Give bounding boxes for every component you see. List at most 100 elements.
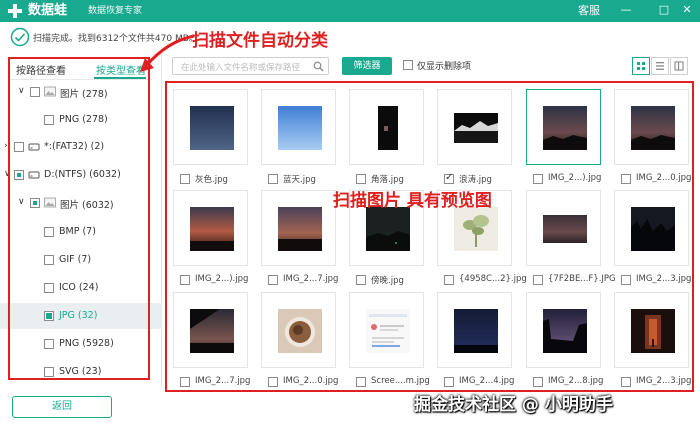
maximize-icon[interactable]: □ xyxy=(657,3,671,17)
file-thumbnail-card[interactable]: IMG_2...0.jpg xyxy=(614,89,698,189)
file-checkbox[interactable] xyxy=(533,377,543,387)
tree-item[interactable]: ∨ 图片 (278) xyxy=(0,79,162,105)
thumbnail-frame[interactable] xyxy=(349,292,424,368)
file-thumbnail-card[interactable]: IMG_2...3.jpg xyxy=(614,190,698,290)
tree-checkbox[interactable] xyxy=(14,142,24,152)
tree-item[interactable]: PNG (5928) xyxy=(0,331,162,357)
thumbnail-frame[interactable] xyxy=(173,190,248,266)
thumbnail-frame[interactable] xyxy=(526,89,601,165)
thumbnail-frame[interactable] xyxy=(614,89,689,165)
file-thumbnail-card[interactable]: Scree....m.jpg xyxy=(349,292,433,392)
thumbnail-frame[interactable] xyxy=(614,190,689,266)
grid-view-icon[interactable] xyxy=(632,57,650,75)
thumbnail-frame[interactable] xyxy=(173,89,248,165)
tree-item[interactable]: PNG (278) xyxy=(0,107,162,133)
tree-item[interactable]: SVG (23) xyxy=(0,359,162,385)
file-checkbox[interactable] xyxy=(356,174,366,184)
tree-item[interactable]: JPG (32) xyxy=(0,303,162,329)
detail-view-icon[interactable] xyxy=(670,57,688,75)
file-thumbnail-card[interactable]: IMG_2...).jpg xyxy=(173,190,257,290)
file-thumbnail-card[interactable]: IMG_2...4.jpg xyxy=(437,292,521,392)
tree-checkbox[interactable] xyxy=(44,367,54,377)
tree-checkbox[interactable] xyxy=(14,170,24,180)
tree-checkbox[interactable] xyxy=(44,283,54,293)
file-checkbox[interactable] xyxy=(356,377,366,387)
file-checkbox[interactable] xyxy=(533,275,543,285)
tree-checkbox[interactable] xyxy=(44,255,54,265)
file-checkbox[interactable] xyxy=(444,172,454,184)
file-thumbnail-card[interactable]: IMG_2...3.jpg xyxy=(614,292,698,392)
tree-item[interactable]: GIF (7) xyxy=(0,247,162,273)
thumbnail-frame[interactable] xyxy=(173,292,248,368)
back-button[interactable]: 返回 xyxy=(12,396,112,418)
filter-button[interactable]: 筛选器 xyxy=(342,57,392,75)
file-checkbox[interactable] xyxy=(533,174,543,184)
thumbnail-frame[interactable] xyxy=(437,89,512,165)
tree-checkbox[interactable] xyxy=(44,311,54,321)
tree-checkbox[interactable] xyxy=(30,87,40,97)
file-checkbox[interactable] xyxy=(621,377,631,387)
list-view-icon[interactable] xyxy=(651,57,669,75)
thumbnail-frame[interactable] xyxy=(261,89,336,165)
chevron-down-icon[interactable]: ∨ xyxy=(18,197,25,207)
image-preview xyxy=(630,207,675,251)
image-preview xyxy=(277,309,322,353)
file-thumbnail-card[interactable]: IMG_2...8.jpg xyxy=(526,292,610,392)
deleted-only-checkbox[interactable] xyxy=(403,60,413,70)
file-checkbox[interactable] xyxy=(621,275,631,285)
thumbnail-frame[interactable] xyxy=(526,292,601,368)
tree-item[interactable]: › *:(FAT32) (2) xyxy=(0,134,162,160)
app-name: 数据蛙 xyxy=(28,3,68,18)
tree-item[interactable]: ICO (24) xyxy=(0,275,162,301)
tree-checkbox[interactable] xyxy=(44,227,54,237)
customer-service-link[interactable]: 客服 xyxy=(578,3,600,19)
tree-checkbox[interactable] xyxy=(30,198,40,208)
minimize-icon[interactable]: — xyxy=(619,3,633,17)
file-checkbox[interactable] xyxy=(444,275,454,285)
file-name: 傍晚.jpg xyxy=(371,276,404,286)
file-checkbox[interactable] xyxy=(180,377,190,387)
tree-checkbox[interactable] xyxy=(44,115,54,125)
annotation-top-text: 扫描文件自动分类 xyxy=(192,31,328,51)
file-checkbox[interactable] xyxy=(444,377,454,387)
file-checkbox[interactable] xyxy=(356,275,366,285)
file-checkbox[interactable] xyxy=(268,174,278,184)
tree-checkbox[interactable] xyxy=(44,339,54,349)
file-checkbox[interactable] xyxy=(180,275,190,285)
file-thumbnail-card[interactable]: IMG_2...7.jpg xyxy=(173,292,257,392)
chevron-right-icon[interactable]: › xyxy=(4,141,8,151)
file-checkbox[interactable] xyxy=(268,377,278,387)
file-checkbox[interactable] xyxy=(621,174,631,184)
chevron-down-icon[interactable]: ∨ xyxy=(18,86,25,96)
thumbnail-frame[interactable] xyxy=(526,190,601,266)
image-preview xyxy=(377,106,398,150)
tree-item[interactable]: ∨ 图片 (6032) xyxy=(0,190,162,216)
file-thumbnail-card[interactable]: 灰色.jpg xyxy=(173,89,257,189)
category-panel: 按路径查看 按类型查看 ∨ 图片 (278) PNG (278) › *:(FAT32)… xyxy=(0,52,162,387)
thumbnail-frame[interactable] xyxy=(349,89,424,165)
file-thumbnail-card[interactable]: 浪涛.jpg xyxy=(437,89,521,189)
file-name: 浪涛.jpg xyxy=(459,175,492,185)
thumbnail-frame[interactable] xyxy=(261,190,336,266)
file-name: IMG_2...0.jpg xyxy=(283,376,339,386)
drive-icon xyxy=(28,143,40,151)
file-name: {7F2BE...F}.JPG xyxy=(548,274,616,284)
file-thumbnail-card[interactable]: 蓝天.jpg xyxy=(261,89,345,189)
image-preview xyxy=(453,309,498,353)
close-icon[interactable]: ✕ xyxy=(680,3,694,17)
tree-item[interactable]: BMP (7) xyxy=(0,219,162,245)
search-icon[interactable] xyxy=(313,61,324,72)
file-thumbnail-card[interactable]: 角落.jpg xyxy=(349,89,433,189)
thumbnail-frame[interactable] xyxy=(437,292,512,368)
file-thumbnail-card[interactable]: IMG_2...0.jpg xyxy=(261,292,345,392)
thumbnail-frame[interactable] xyxy=(261,292,336,368)
file-checkbox[interactable] xyxy=(180,174,190,184)
file-checkbox[interactable] xyxy=(268,275,278,285)
image-preview xyxy=(453,207,498,251)
file-thumbnail-card[interactable]: IMG_2...).jpg xyxy=(526,89,610,189)
tab-by-path[interactable]: 按路径查看 xyxy=(16,62,66,77)
chevron-down-icon[interactable]: ∨ xyxy=(4,169,11,179)
tree-item[interactable]: ∨ D:(NTFS) (6032) xyxy=(0,162,162,188)
file-thumbnail-card[interactable]: {7F2BE...F}.JPG xyxy=(526,190,616,290)
thumbnail-frame[interactable] xyxy=(614,292,689,368)
